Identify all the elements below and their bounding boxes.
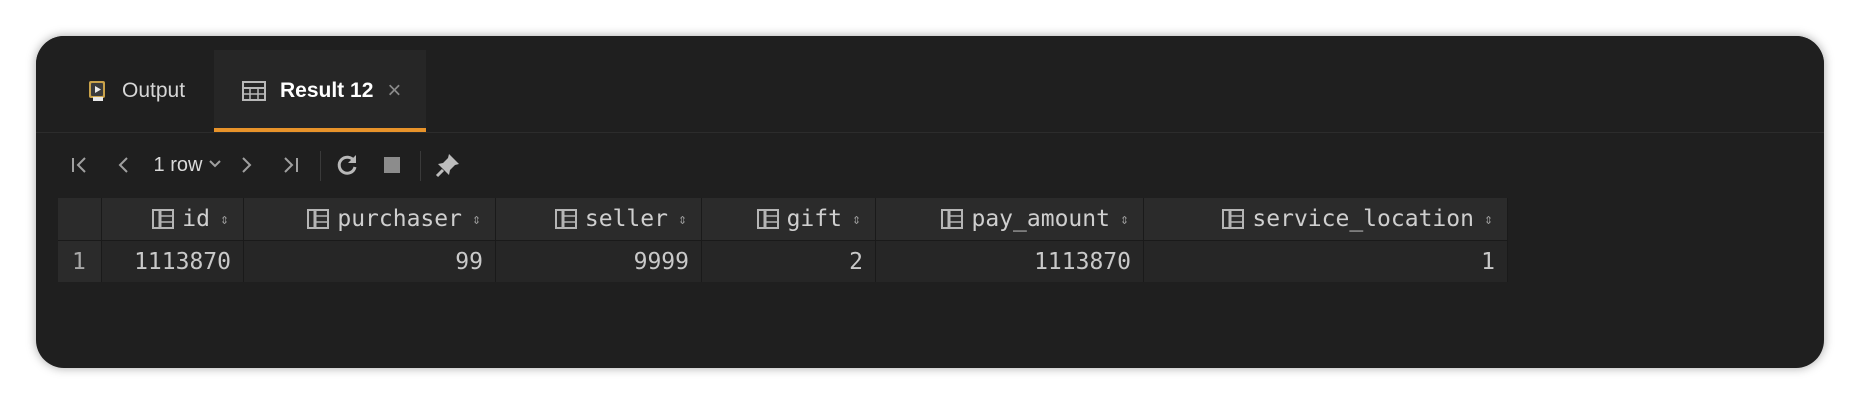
- column-header-service-location[interactable]: service_location ⇕: [1144, 198, 1508, 240]
- sort-icon[interactable]: ⇕: [852, 211, 861, 227]
- close-icon[interactable]: ×: [387, 77, 401, 105]
- cell-id[interactable]: 1113870: [102, 240, 244, 282]
- chevron-down-icon: [208, 156, 222, 174]
- refresh-icon[interactable]: [332, 147, 362, 183]
- cell-purchaser[interactable]: 99: [244, 240, 496, 282]
- table-icon: [242, 81, 266, 101]
- sort-icon[interactable]: ⇕: [1484, 211, 1493, 227]
- column-icon: [152, 209, 175, 229]
- results-toolbar: 1 row: [36, 133, 1824, 197]
- sort-icon[interactable]: ⇕: [472, 211, 481, 227]
- toolbar-separator: [420, 151, 421, 181]
- column-header-label: gift: [786, 206, 842, 232]
- next-page-icon[interactable]: [234, 147, 260, 183]
- column-header-label: purchaser: [337, 206, 462, 232]
- tab-output[interactable]: Output: [58, 50, 228, 132]
- toolbar-separator: [320, 151, 321, 181]
- tab-result-label: Result 12: [280, 79, 374, 102]
- cell-service-location[interactable]: 1: [1144, 240, 1508, 282]
- column-header-label: pay_amount: [971, 206, 1110, 232]
- column-header-label: service_location: [1252, 206, 1474, 232]
- column-icon: [756, 209, 779, 229]
- tab-output-label: Output: [122, 79, 186, 102]
- column-icon: [307, 209, 330, 229]
- cell-gift[interactable]: 2: [702, 240, 876, 282]
- row-count-label: 1 row: [153, 153, 203, 176]
- column-icon: [941, 209, 964, 229]
- column-icon: [1222, 209, 1245, 229]
- cell-seller[interactable]: 9999: [496, 240, 702, 282]
- column-header-pay-amount[interactable]: pay_amount ⇕: [876, 198, 1144, 240]
- first-page-icon[interactable]: [66, 147, 94, 183]
- output-icon: [88, 80, 108, 102]
- last-page-icon[interactable]: [276, 147, 304, 183]
- row-count-dropdown[interactable]: 1 row: [146, 147, 230, 183]
- cell-pay-amount[interactable]: 1113870: [876, 240, 1144, 282]
- sort-icon[interactable]: ⇕: [1120, 211, 1129, 227]
- pin-icon[interactable]: [432, 147, 464, 183]
- column-icon: [554, 209, 577, 229]
- tab-bar: Output Result 12 ×: [36, 36, 1824, 132]
- sort-icon[interactable]: ⇕: [220, 211, 229, 227]
- column-header-label: seller: [584, 206, 668, 232]
- column-header-id[interactable]: id ⇕: [102, 198, 244, 240]
- row-number[interactable]: 1: [58, 240, 102, 282]
- tab-result[interactable]: Result 12 ×: [214, 50, 426, 132]
- column-header-label: id: [182, 206, 210, 232]
- prev-page-icon[interactable]: [110, 147, 136, 183]
- sort-icon[interactable]: ⇕: [678, 211, 687, 227]
- results-panel: Output Result 12 × 1 row id ⇕ purchaser …: [36, 36, 1824, 368]
- stop-icon[interactable]: [378, 147, 406, 183]
- column-header-purchaser[interactable]: purchaser ⇕: [244, 198, 496, 240]
- corner-cell[interactable]: [58, 198, 102, 240]
- column-header-gift[interactable]: gift ⇕: [702, 198, 876, 240]
- column-header-seller[interactable]: seller ⇕: [496, 198, 702, 240]
